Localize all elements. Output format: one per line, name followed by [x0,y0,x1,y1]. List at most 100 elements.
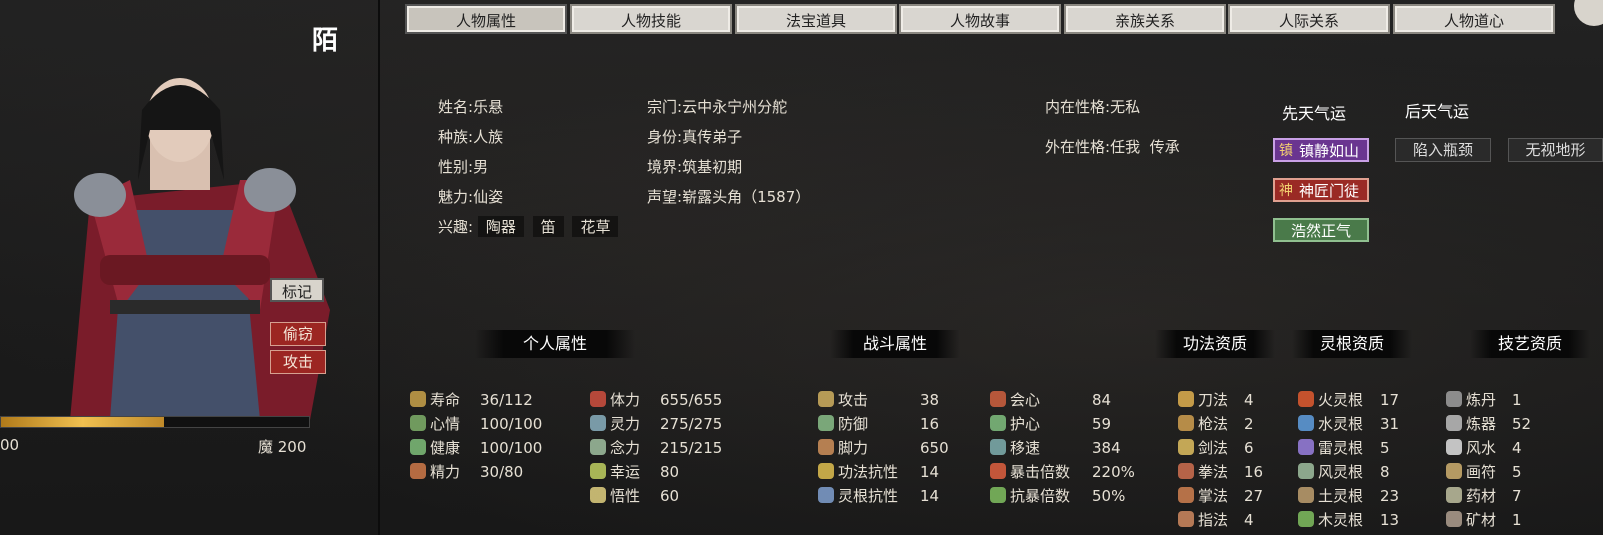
stat-label: 木灵根 [1318,511,1364,529]
info-outer-personality: 外在性格:任我 传承 [1045,138,1180,156]
tab-relations[interactable]: 人际关系 [1228,4,1390,34]
figure-icon [410,391,426,407]
stat-value: 215/215 [660,439,723,457]
stat-row: 防御 16 [818,414,939,434]
mushroom-icon [1446,487,1462,503]
status-bar-left-value: 00 [0,436,20,454]
status-bar-right-value: 魔 200 [258,438,307,456]
stat-row: 雷灵根 5 [1298,438,1390,458]
ore-icon [1446,511,1462,527]
stat-row: 念力 215/215 [590,438,722,458]
innate-fate-title: 先天气运 [1282,104,1347,123]
stat-row: 幸运 80 [590,462,679,482]
stat-label: 会心 [1010,391,1041,409]
swords-icon [818,391,834,407]
stat-value: 14 [920,463,940,481]
stat-value: 100/100 [480,415,543,433]
stat-label: 雷灵根 [1318,439,1364,457]
heart-icon [590,391,606,407]
stat-row: 健康 100/100 [410,438,542,458]
flex-icon [410,463,426,479]
stat-row: 火灵根 17 [1298,390,1399,410]
taiji-icon [1446,439,1462,455]
tab-items[interactable]: 法宝道具 [735,4,897,34]
stat-value: 7 [1512,487,1522,505]
hobby-chip: 笛 [532,216,564,237]
stat-value: 4 [1244,391,1254,409]
stat-row: 灵力 275/275 [590,414,722,434]
cauldron-icon [1446,391,1462,407]
stat-row: 攻击 38 [818,390,939,410]
finger-icon [1178,511,1194,527]
fate-tag[interactable]: 浩然正气 [1273,218,1369,242]
stat-value: 6 [1244,439,1254,457]
stat-label: 健康 [430,439,461,457]
stat-value: 16 [1244,463,1264,481]
stat-label: 悟性 [610,487,641,505]
stat-value: 1 [1512,391,1522,409]
stat-label: 脚力 [838,439,869,457]
stat-value: 384 [1092,439,1121,457]
sword-icon [1178,439,1194,455]
acquired-fate-title: 后天气运 [1405,102,1470,121]
stat-row: 矿材 1 [1446,510,1522,530]
hobby-chip: 花草 [572,216,619,237]
status-bar-fill [1,417,165,427]
stat-label: 幸运 [610,463,641,481]
stat-row: 风水 4 [1446,438,1522,458]
heart-shield-icon [990,415,1006,431]
boot-icon [990,439,1006,455]
fate-tag[interactable]: 镇 镇静如山 [1273,138,1369,162]
stat-row: 水灵根 31 [1298,414,1399,434]
stat-value: 220% [1092,463,1135,481]
acquired-fate-tag[interactable]: 陷入瓶颈 [1395,138,1491,162]
stat-value: 655/655 [660,391,723,409]
tab-attributes[interactable]: 人物属性 [405,4,567,34]
info-realm: 境界:筑基初期 [647,158,743,176]
stat-value: 31 [1380,415,1400,433]
stat-row: 抗暴倍数 50% [990,486,1125,506]
attack-button[interactable]: 攻击 [270,350,326,374]
section-craft: 技艺资质 [1470,330,1590,358]
steal-button[interactable]: 偷窃 [270,322,326,346]
info-race: 种族:人族 [438,128,504,146]
stat-row: 会心 84 [990,390,1111,410]
stat-row: 画符 5 [1446,462,1522,482]
fate-tag[interactable]: 神 神匠门徒 [1273,178,1369,202]
tab-story[interactable]: 人物故事 [899,4,1061,34]
info-hobbies: 兴趣: 陶器 笛 花草 [438,216,622,237]
stat-row: 枪法 2 [1178,414,1254,434]
stat-label: 土灵根 [1318,487,1364,505]
stat-label: 体力 [610,391,641,409]
acquired-fate-tag[interactable]: 无视地形 [1508,138,1603,162]
stat-row: 暴击倍数 220% [990,462,1135,482]
stat-label: 矿材 [1466,511,1497,529]
stat-value: 17 [1380,391,1400,409]
tab-skills[interactable]: 人物技能 [570,4,732,34]
stat-row: 掌法 27 [1178,486,1263,506]
mark-button[interactable]: 标记 [270,278,324,302]
tri-icon [990,391,1006,407]
stat-label: 画符 [1466,463,1497,481]
panel-divider [378,0,380,535]
tab-dao-heart[interactable]: 人物道心 [1393,4,1555,34]
stat-label: 灵根抗性 [838,487,899,505]
stat-value: 59 [1092,415,1112,433]
wave-icon [590,415,606,431]
section-personal: 个人属性 [475,330,635,358]
info-identity: 身份:真传弟子 [647,128,743,146]
stat-value: 100/100 [480,439,543,457]
stat-row: 剑法 6 [1178,438,1254,458]
sprout-icon [410,415,426,431]
stat-value: 50% [1092,487,1126,505]
stat-row: 炼丹 1 [1446,390,1522,410]
tab-family[interactable]: 亲族关系 [1064,4,1226,34]
stat-value: 5 [1380,439,1390,457]
stat-row: 悟性 60 [590,486,679,506]
hammer-icon [1446,415,1462,431]
stat-label: 掌法 [1198,487,1229,505]
stat-row: 炼器 52 [1446,414,1531,434]
shield-icon [818,415,834,431]
stat-value: 38 [920,391,940,409]
stat-row: 风灵根 8 [1298,462,1390,482]
